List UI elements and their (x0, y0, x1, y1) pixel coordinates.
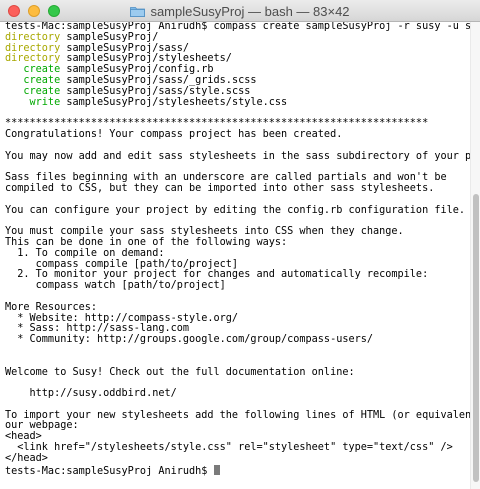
line-text: sampleSusyProj/stylesheets/ (60, 53, 232, 65)
line-text: tests-Mac:sampleSusyProj Anirudh$ compas… (5, 22, 470, 32)
terminal-line: our webpage: (5, 421, 470, 432)
line-text: sampleSusyProj/sass/ (60, 42, 190, 54)
terminal-output[interactable]: tests-Mac:sampleSusyProj Anirudh$ compas… (0, 22, 470, 489)
line-text: http://susy.oddbird.net/ (5, 388, 177, 400)
status-keyword: create (5, 85, 61, 97)
window-title-text: sampleSusyProj — bash — 83×42 (150, 3, 350, 19)
terminal-line: write sampleSusyProj/stylesheets/style.c… (5, 96, 470, 109)
line-text: compiled to CSS, but they can be importe… (5, 182, 435, 194)
terminal-line: You may now add and edit sass stylesheet… (5, 150, 470, 163)
line-text: This can be done in one of the following… (5, 236, 288, 248)
line-text: compass watch [path/to/project] (5, 280, 226, 292)
vertical-scrollbar[interactable] (470, 22, 480, 489)
line-text: sampleSusyProj/sass/_grids.scss (60, 74, 257, 86)
line-text: More Resources: (5, 301, 98, 313)
line-text: You can configure your project by editin… (5, 204, 466, 216)
line-text: <link href="/stylesheets/style.css" rel=… (5, 442, 453, 454)
line-text: You must compile your sass stylesheets i… (5, 226, 404, 238)
status-keyword: create (5, 64, 61, 76)
line-text: sampleSusyProj/stylesheets/style.css (60, 96, 288, 108)
line-text: our webpage: (5, 420, 79, 432)
line-text: Sass files beginning with an underscore … (5, 172, 447, 184)
line-text: * Website: http://compass-style.org/ (5, 312, 239, 324)
line-text: * Community: http://groups.google.com/gr… (5, 334, 374, 346)
terminal-window: sampleSusyProj — bash — 83×42 tests-Mac:… (0, 0, 480, 489)
scrollbar-thumb[interactable] (473, 194, 479, 482)
line-text: sampleSusyProj/ (60, 31, 159, 43)
status-keyword: write (5, 96, 61, 108)
line-text: You may now add and edit sass stylesheet… (5, 150, 470, 162)
line-text: tests-Mac:sampleSusyProj Anirudh$ (5, 465, 214, 477)
window-title: sampleSusyProj — bash — 83×42 (0, 0, 480, 22)
line-text: 2. To monitor your project for changes a… (5, 269, 429, 281)
line-text: </head> (5, 452, 48, 464)
line-text: ****************************************… (5, 118, 429, 130)
status-keyword: directory (5, 53, 61, 65)
line-text: Congratulations! Your compass project ha… (5, 128, 343, 140)
terminal-line: tests-Mac:sampleSusyProj Anirudh$ (5, 464, 470, 477)
terminal-line: compass watch [path/to/project] (5, 280, 470, 292)
terminal-line: Welcome to Susy! Check out the full docu… (5, 366, 470, 379)
terminal-line: http://susy.oddbird.net/ (5, 388, 470, 400)
text-cursor (213, 464, 220, 475)
line-text: sampleSusyProj/config.rb (60, 64, 214, 76)
status-keyword: directory (5, 31, 61, 43)
title-bar[interactable]: sampleSusyProj — bash — 83×42 (0, 0, 480, 22)
terminal-line: <link href="/stylesheets/style.css" rel=… (5, 442, 470, 454)
line-text: Welcome to Susy! Check out the full docu… (5, 366, 355, 378)
line-text: 1. To compile on demand: (5, 247, 165, 259)
folder-icon (130, 6, 146, 17)
line-text: * Sass: http://sass-lang.com (5, 323, 190, 335)
terminal-line: </head> (5, 452, 470, 465)
line-text: To import your new stylesheets add the f… (5, 409, 470, 421)
line-text: sampleSusyProj/sass/style.scss (60, 85, 251, 97)
terminal-line: You can configure your project by editin… (5, 204, 470, 217)
line-text: compass compile [path/to/project] (5, 258, 239, 270)
status-keyword: directory (5, 42, 61, 54)
status-keyword: create (5, 74, 61, 86)
terminal-line: Congratulations! Your compass project ha… (5, 128, 470, 141)
line-text: <head> (5, 431, 42, 443)
terminal-line: * Community: http://groups.google.com/gr… (5, 334, 470, 346)
terminal-line: compiled to CSS, but they can be importe… (5, 182, 470, 195)
